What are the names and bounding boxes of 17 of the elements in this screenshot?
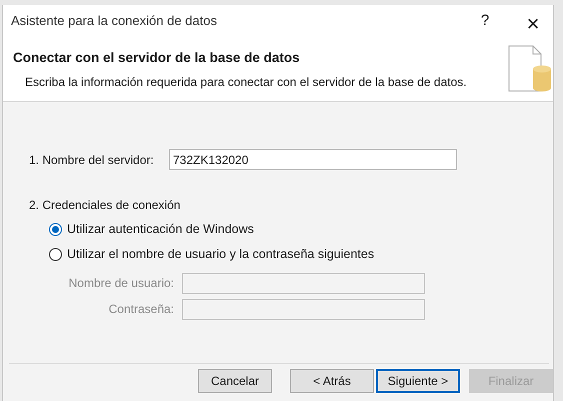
dialog-button[interactable]: Cancelar [198, 369, 272, 393]
radio-button[interactable] [49, 248, 62, 261]
page-description: Escriba la información requerida para conectar con el servidor de la base de datos. [24, 74, 468, 91]
help-button[interactable]: ? [471, 7, 499, 35]
radio-label[interactable]: Utilizar el nombre de usuario y la contraseña siguientes [67, 244, 374, 264]
radio-button[interactable] [49, 222, 62, 236]
dialog-button[interactable]: < Atrás [290, 369, 374, 393]
close-button[interactable]: × [519, 7, 547, 35]
field-label: Contraseña: [108, 301, 175, 318]
server-input[interactable]: 732ZK132020 [169, 149, 457, 170]
credentials-label: 2. Credenciales de conexión [29, 197, 180, 214]
window-title: Asistente para la conexión de datos [11, 12, 218, 30]
field-label: Nombre de usuario: [68, 275, 175, 292]
dialog-button[interactable]: Siguiente > [376, 369, 460, 393]
server-label: 1. Nombre del servidor: [29, 152, 155, 168]
page-heading: Conectar con el servidor de la base de datos [13, 49, 301, 67]
radio-label[interactable]: Utilizar autenticación de Windows [67, 220, 254, 239]
